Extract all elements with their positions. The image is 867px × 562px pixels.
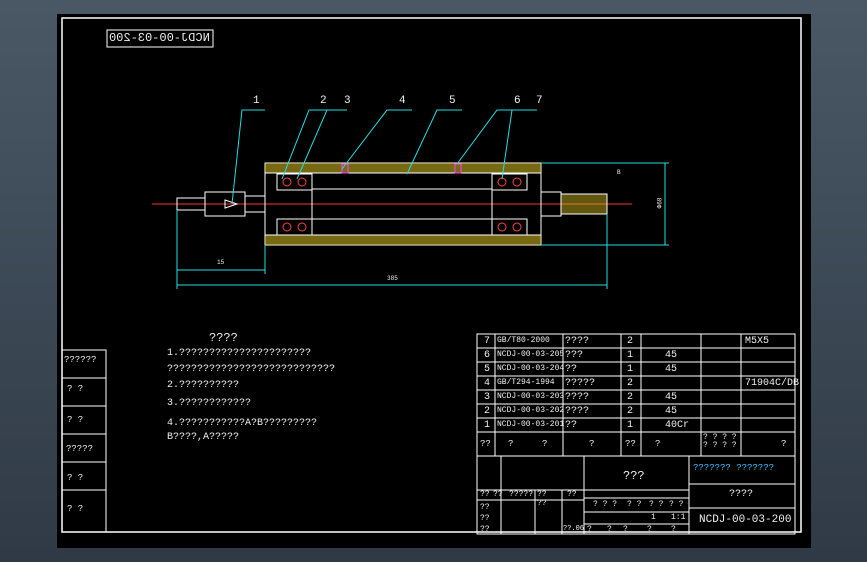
tb-mid-3: ? ? — [649, 500, 664, 509]
tb-left-1: ?? — [480, 503, 490, 512]
bom-row-5-name: ???? — [565, 392, 590, 403]
title-subtitle: ???? — [729, 489, 754, 500]
tb-left-4: ?? — [537, 499, 547, 508]
bom-row-1-note: M5X5 — [745, 336, 770, 347]
tb-left-3: ?? — [480, 525, 490, 534]
note-line-3: 2.?????????? — [167, 380, 240, 391]
note-line-6: B????,A????? — [167, 432, 240, 443]
tb-mid-4: ? ? — [669, 500, 684, 509]
bom-row-5-qty: 2 — [627, 392, 634, 403]
left-label-1: ?????? — [64, 355, 97, 365]
bom-row-6-mat: 45 — [665, 406, 678, 417]
dim-left-length: 15 — [217, 259, 225, 266]
balloon-5: 5 — [449, 95, 456, 107]
tb-sheet-3: ? — [623, 525, 628, 534]
title-part-name: ??? — [623, 469, 645, 483]
bom-row-4-name: ????? — [565, 378, 596, 389]
dim-thread-note: B — [617, 169, 621, 176]
tb-mid-1: ? ? ? — [593, 500, 618, 509]
note-line-2: ???????????????????????????? — [167, 364, 336, 375]
bom-row-5-code: NCDJ-00-03-203 — [497, 392, 565, 401]
bom-row-7-mat: 40Cr — [665, 420, 690, 431]
bom-row-5-no: 3 — [484, 392, 491, 403]
bom-row-2-code: NCDJ-00-03-205 — [497, 350, 565, 359]
left-label-4: ????? — [66, 444, 94, 454]
tb-label-3: ????? — [509, 490, 534, 499]
drawing-canvas: NCDJ-00-03-200 1 2 3 4 5 6 7 15 385 Ф68 … — [57, 14, 811, 548]
balloon-7: 7 — [536, 95, 543, 107]
drawing-number-mirrored: NCDJ-00-03-200 — [109, 31, 210, 45]
note-line-4: 3.???????????? — [167, 398, 252, 409]
bom-row-2-mat: 45 — [665, 350, 678, 361]
bom-header-name2: ? — [589, 439, 595, 449]
bom-row-7-no: 1 — [484, 420, 491, 431]
bom-row-1-name: ???? — [565, 336, 590, 347]
tb-date: ??.06 — [563, 525, 585, 533]
tb-label-5: ?? — [567, 490, 577, 499]
dim-diameter: Ф68 — [656, 197, 664, 209]
bom-row-2-name: ??? — [565, 350, 584, 361]
bom-row-7-name: ?? — [565, 420, 578, 431]
bom-row-4-note: 71904C/DB — [745, 378, 800, 389]
bom-row-7-qty: 1 — [627, 420, 634, 431]
left-label-2: ? ? — [67, 384, 84, 394]
tb-sheet-2: ? — [607, 525, 612, 534]
bom-header-code: ? — [508, 439, 514, 449]
tb-sheet-1: ? — [587, 525, 592, 534]
tb-sheet-5: ? — [671, 525, 676, 534]
balloon-3: 3 — [344, 95, 351, 107]
notes-title: ???? — [209, 331, 238, 345]
bom-row-3-code: NCDJ-00-03-204 — [497, 364, 565, 373]
left-label-6: ? ? — [67, 504, 84, 514]
bom-row-3-mat: 45 — [665, 364, 678, 375]
bom-header-qty: ?? — [625, 439, 636, 449]
bom-row-7-code: NCDJ-00-03-201 — [497, 420, 565, 429]
bom-header-mat: ? — [655, 439, 661, 449]
title-drawing-number: NCDJ-00-03-200 — [699, 514, 792, 526]
bom-header-name: ? — [542, 439, 548, 449]
bom-header-weight: ? ? ? ? ? ? ? ? — [703, 433, 737, 450]
tb-sheet-4: ? — [647, 525, 652, 534]
title-company: ??????? ??????? — [693, 463, 775, 473]
left-label-5: ? ? — [67, 473, 84, 483]
note-line-1: 1.?????????????????????? — [167, 348, 312, 359]
bom-row-6-code: NCDJ-00-03-202 — [497, 406, 565, 415]
bom-row-5-mat: 45 — [665, 392, 678, 403]
tb-qty: 1 — [651, 513, 656, 522]
bom-row-3-qty: 1 — [627, 364, 634, 375]
tb-mid-2: ? ? — [627, 500, 642, 509]
tb-label-4: ?? — [537, 490, 547, 499]
bom-row-1-qty: 2 — [627, 336, 634, 347]
bom-row-1-no: 7 — [484, 336, 491, 347]
bom-row-4-no: 4 — [484, 378, 491, 389]
bom-row-6-name: ???? — [565, 406, 590, 417]
tb-left-2: ?? — [480, 514, 490, 523]
balloon-4: 4 — [399, 95, 406, 107]
left-label-3: ? ? — [67, 415, 84, 425]
bom-row-3-name: ?? — [565, 364, 578, 375]
balloon-1: 1 — [253, 95, 260, 107]
balloon-6: 6 — [514, 95, 521, 107]
bom-header-no: ?? — [480, 439, 491, 449]
tb-label-1: ?? — [480, 490, 490, 499]
bom-header-note: ? — [781, 439, 787, 449]
bom-row-4-code: GB/T294-1994 — [497, 378, 555, 387]
tb-label-2: ?? — [493, 490, 503, 499]
bom-row-2-qty: 1 — [627, 350, 634, 361]
bom-row-1-code: GB/T80-2000 — [497, 336, 550, 345]
bom-row-6-qty: 2 — [627, 406, 634, 417]
tb-scale: 1:1 — [671, 513, 686, 522]
bom-row-2-no: 6 — [484, 350, 491, 361]
bom-row-4-qty: 2 — [627, 378, 634, 389]
note-line-5: 4.???????????A?B????????? — [167, 418, 318, 429]
balloon-2: 2 — [320, 95, 327, 107]
bom-row-6-no: 2 — [484, 406, 491, 417]
drawing-border — [61, 17, 802, 533]
dim-total-length: 385 — [387, 275, 398, 282]
bom-row-3-no: 5 — [484, 364, 491, 375]
